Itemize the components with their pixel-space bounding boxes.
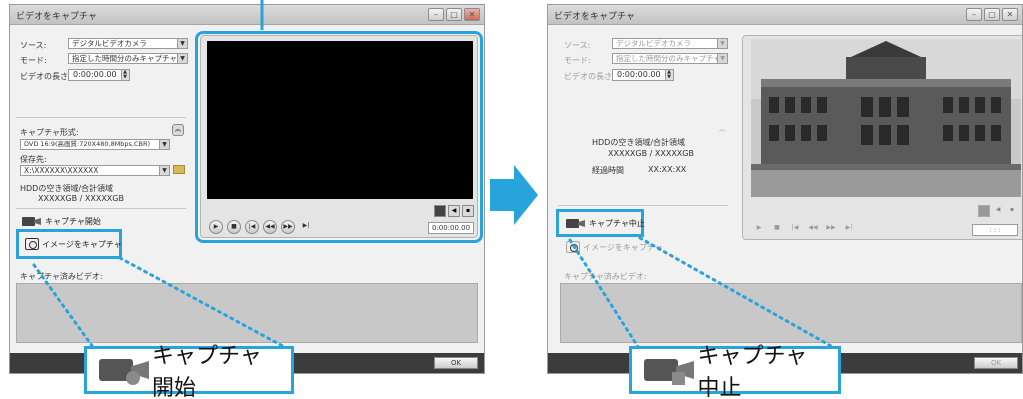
video-camera-record-icon <box>99 355 149 385</box>
video-camera-stop-icon <box>644 355 694 385</box>
callout-capture-stop: キャプチャ中止 <box>629 344 841 399</box>
callout-capture-start: キャプチャ開始 <box>84 344 294 399</box>
